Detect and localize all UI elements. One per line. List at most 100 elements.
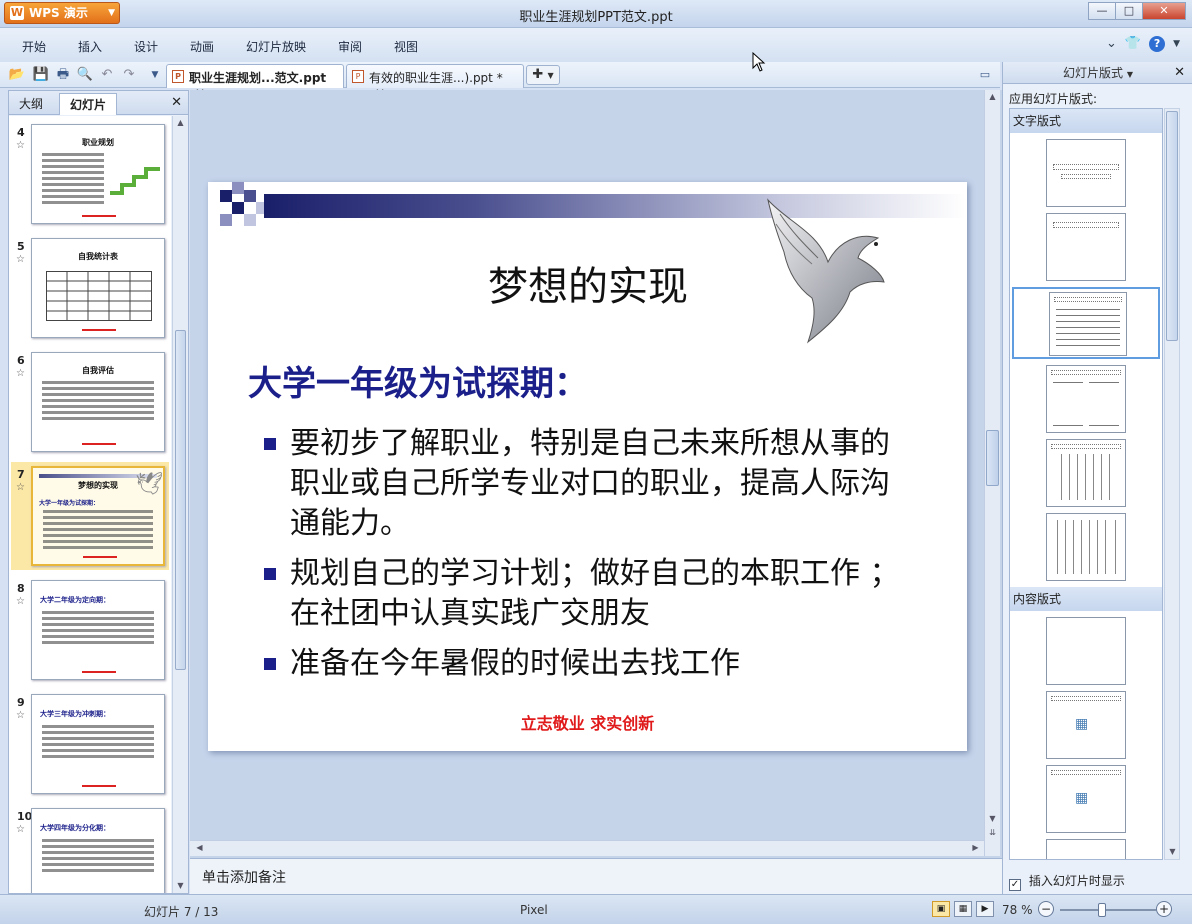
- layout-list-scrollbar[interactable]: ▼: [1164, 108, 1180, 860]
- doc-tab[interactable]: P 有效的职业生涯...).ppt * ✕: [346, 64, 524, 100]
- slideshow-icon[interactable]: ▶: [976, 901, 994, 917]
- layout-title-slide[interactable]: [1046, 139, 1126, 207]
- maximize-button[interactable]: □: [1115, 2, 1143, 20]
- slide-thumbnail[interactable]: 大学二年级为定向期：: [31, 580, 165, 680]
- slide-thumbnail[interactable]: 自我统计表: [31, 238, 165, 338]
- layout-blank[interactable]: [1046, 617, 1126, 685]
- slide-thumbnail[interactable]: 大学三年级为冲刺期：: [31, 694, 165, 794]
- customize-dropdown-icon[interactable]: ▼: [146, 66, 164, 84]
- deco-square: [244, 214, 256, 226]
- zoom-slider[interactable]: [1060, 909, 1156, 911]
- editor-vertical-scrollbar[interactable]: ▲ ▼ ⇊: [984, 90, 1000, 856]
- layout-title-and-text[interactable]: [1012, 287, 1160, 359]
- menu-slideshow[interactable]: 幻灯片放映: [246, 38, 306, 55]
- close-window-button[interactable]: ✕: [1142, 2, 1186, 20]
- layout-preview: [1049, 292, 1127, 356]
- zoom-out-button[interactable]: −: [1038, 901, 1054, 917]
- content-placeholder-icon: ▦: [1075, 716, 1089, 732]
- animation-star-icon: ☆: [16, 824, 25, 835]
- thumbnails-scrollbar[interactable]: ▲ ▼: [172, 116, 188, 893]
- doc-tab-active[interactable]: P 职业生涯规划...范文.ppt ✕: [166, 64, 344, 100]
- slide-sorter-icon[interactable]: ▦: [954, 901, 972, 917]
- print-icon[interactable]: 🖶: [54, 66, 72, 84]
- layout-content[interactable]: ▦: [1046, 765, 1126, 833]
- placeholder-box: [1051, 770, 1121, 775]
- scroll-up-icon[interactable]: ▲: [173, 116, 188, 130]
- thumb-number: 9: [17, 696, 25, 709]
- menu-design[interactable]: 设计: [134, 38, 158, 55]
- notes-pane[interactable]: 单击添加备注: [190, 858, 1002, 894]
- redo-icon[interactable]: ↷: [120, 66, 138, 84]
- bullet-item: 规划自己的学习计划；做好自己的本职工作 ；在社团中认真实践广交朋友: [258, 554, 908, 634]
- close-icon[interactable]: ✕: [1174, 62, 1185, 84]
- layout-title-only[interactable]: [1046, 213, 1126, 281]
- tab-outline[interactable]: 大纲: [19, 95, 43, 112]
- restore-pane-icon[interactable]: ▭: [976, 66, 994, 84]
- placeholder-box: [1053, 164, 1119, 170]
- placeholder-box: [1089, 382, 1119, 426]
- bullet-text: 准备在今年暑假的时候出去找工作: [290, 646, 740, 681]
- menu-animation[interactable]: 动画: [190, 38, 214, 55]
- zoom-in-button[interactable]: +: [1156, 901, 1172, 917]
- layout-vertical-title-text[interactable]: [1046, 513, 1126, 581]
- slide-thumbnail-selected[interactable]: 梦想的实现 大学一年级为试探期： 🕊: [31, 466, 165, 566]
- help-icon[interactable]: ?: [1149, 36, 1166, 52]
- undo-icon[interactable]: ↶: [98, 66, 116, 84]
- next-slide-icon[interactable]: ⇊: [985, 826, 1000, 840]
- slide-thumbnail[interactable]: 职业规划: [31, 124, 165, 224]
- slide-title[interactable]: 梦想的实现: [428, 254, 748, 312]
- show-on-insert-checkbox[interactable]: ✓ 插入幻灯片时显示: [1009, 872, 1125, 891]
- layout-list: 文字版式 内容版式 ▦ ▦: [1009, 108, 1163, 860]
- doc-tab-label: 有效的职业生涯...).ppt *: [369, 71, 503, 85]
- layout-vertical-text[interactable]: [1046, 439, 1126, 507]
- status-bar: 幻灯片 7 / 13 Pixel ▣ ▦ ▶ 78 % − +: [0, 894, 1192, 924]
- normal-view-icon[interactable]: ▣: [932, 901, 950, 917]
- slide-footer[interactable]: 立志敬业 求实创新: [208, 710, 967, 734]
- help-dropdown-icon[interactable]: ▼: [1173, 36, 1180, 52]
- current-slide[interactable]: 梦想的实现 大学一年级为试探期： 要初步了解职业，特别是自己未来所想从事的职业或…: [208, 182, 967, 751]
- layout-title-and-content[interactable]: ▦: [1046, 691, 1126, 759]
- scroll-down-icon[interactable]: ▼: [173, 879, 188, 893]
- menu-view[interactable]: 视图: [394, 38, 418, 55]
- open-folder-icon[interactable]: 📂: [8, 66, 26, 84]
- scroll-down-icon[interactable]: ▼: [1165, 845, 1180, 859]
- scrollbar-thumb[interactable]: [1166, 111, 1178, 341]
- editor-horizontal-scrollbar[interactable]: ◀ ▶: [190, 840, 984, 856]
- task-pane-header[interactable]: 幻灯片版式 ▼ ✕: [1003, 62, 1192, 84]
- scrollbar-thumb[interactable]: [986, 430, 999, 486]
- slide-subtitle[interactable]: 大学一年级为试探期：: [248, 356, 588, 405]
- bullet-text: 要初步了解职业，特别是自己未来所想从事的职业或自己所学专业对口的职业，提高人际沟…: [290, 426, 890, 541]
- slide-thumbnail[interactable]: 大学四年级为分化期：: [31, 808, 165, 893]
- menu-home[interactable]: 开始: [22, 38, 46, 55]
- minimize-button[interactable]: —: [1088, 2, 1116, 20]
- thumb-number: 7: [17, 468, 25, 481]
- slide-bullet-list[interactable]: 要初步了解职业，特别是自己未来所想从事的职业或自己所学专业对口的职业，提高人际沟…: [258, 424, 908, 694]
- animation-star-icon: ☆: [16, 482, 25, 493]
- scrollbar-thumb[interactable]: [175, 330, 186, 670]
- deco-square: [244, 190, 256, 202]
- menu-review[interactable]: 审阅: [338, 38, 362, 55]
- content-placeholder-icon: ▦: [1075, 790, 1089, 806]
- menu-insert[interactable]: 插入: [78, 38, 102, 55]
- skin-shirt-icon[interactable]: 👕: [1125, 36, 1141, 52]
- print-preview-icon[interactable]: 🔍: [76, 66, 94, 84]
- slide-thumbnail[interactable]: 自我评估: [31, 352, 165, 452]
- quick-access-and-tabs: 📂 💾 🖶 🔍 ↶ ↷ ▼ P 职业生涯规划...范文.ppt ✕ P 有效的职…: [0, 62, 1000, 100]
- scroll-left-icon[interactable]: ◀: [192, 841, 207, 855]
- thumb-subtitle: 大学二年级为定向期：: [40, 596, 110, 604]
- close-icon[interactable]: ✕: [171, 95, 182, 110]
- new-tab-button[interactable]: ✚ ▼: [526, 65, 560, 85]
- scroll-right-icon[interactable]: ▶: [968, 841, 983, 855]
- square-bullet-icon: [264, 438, 276, 450]
- collapse-ribbon-icon[interactable]: ⌄: [1106, 36, 1117, 52]
- tab-slides[interactable]: 幻灯片: [59, 93, 117, 115]
- zoom-slider-knob[interactable]: [1098, 903, 1106, 917]
- scroll-up-icon[interactable]: ▲: [985, 90, 1000, 104]
- scroll-down-icon[interactable]: ▼: [985, 812, 1000, 826]
- layout-two-column-text[interactable]: [1046, 365, 1126, 433]
- checkbox-checked-icon[interactable]: ✓: [1009, 879, 1021, 891]
- window-title: 职业生涯规划PPT范文.ppt: [519, 10, 673, 25]
- save-icon[interactable]: 💾: [32, 66, 50, 84]
- layout-content-more[interactable]: [1046, 839, 1126, 859]
- placeholder-box: [1054, 297, 1122, 302]
